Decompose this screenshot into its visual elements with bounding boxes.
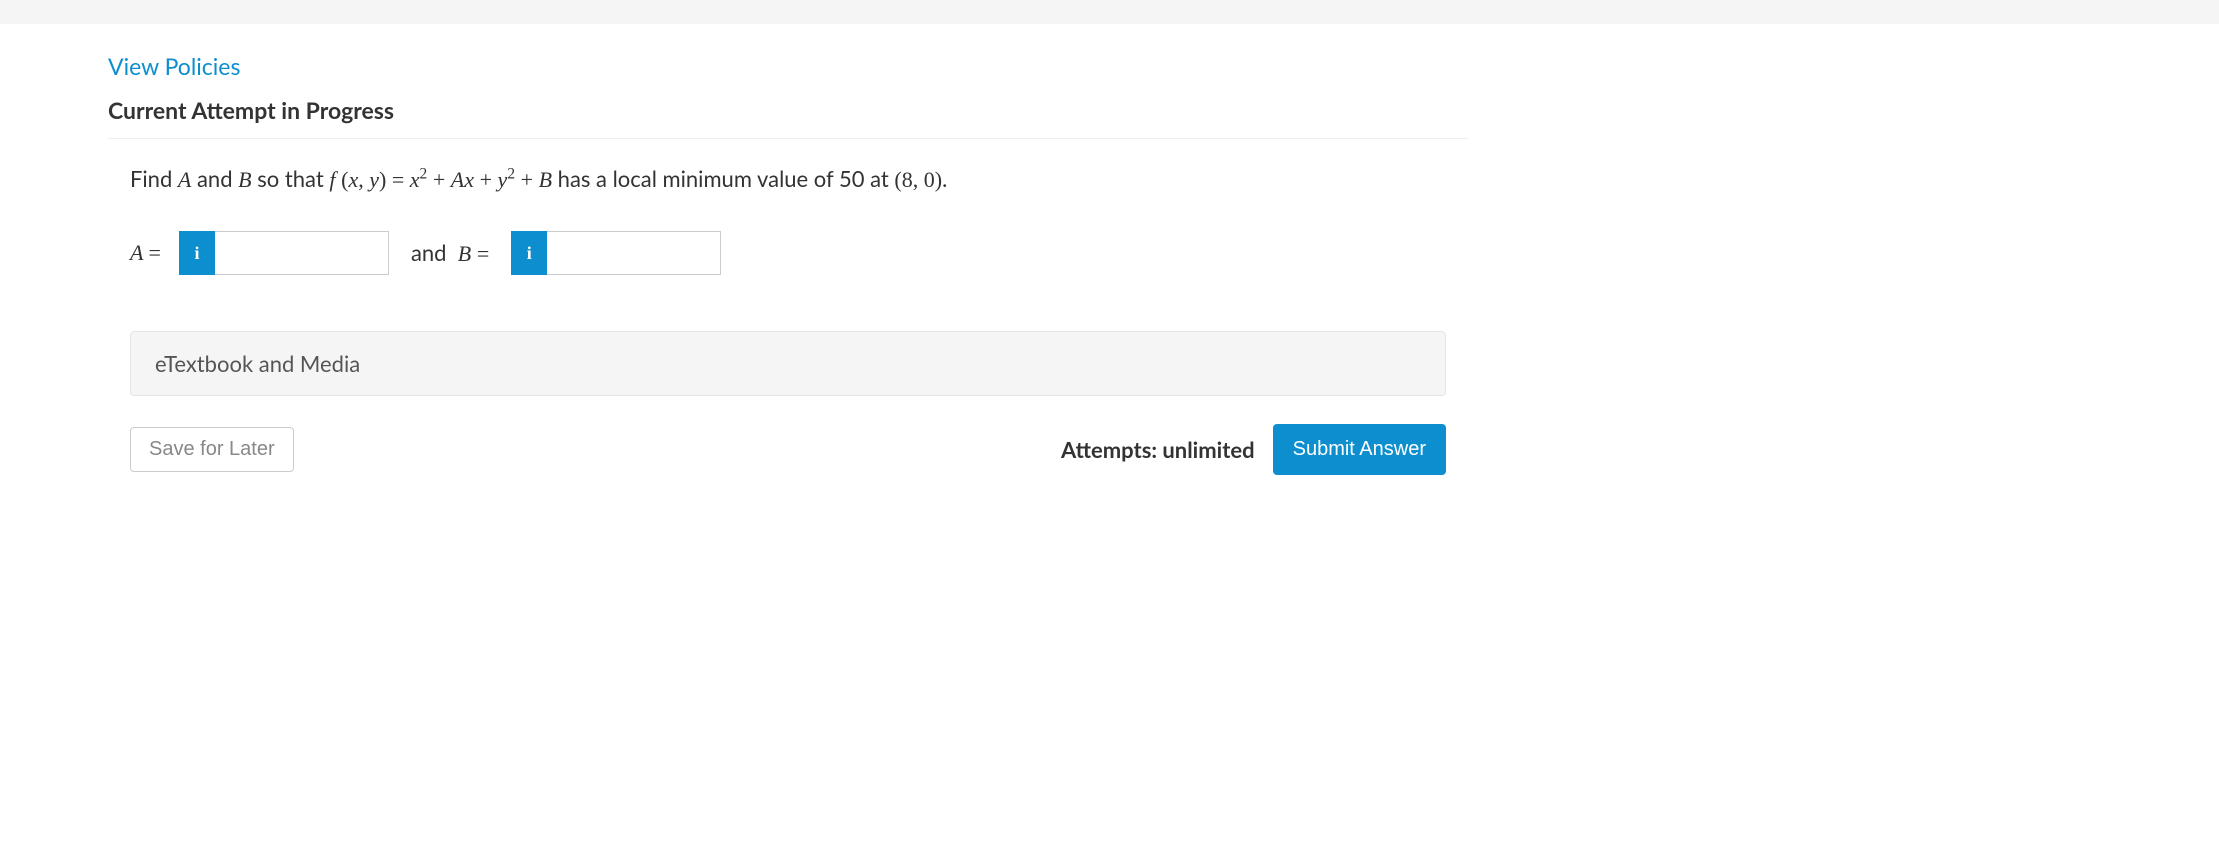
q-y2: y — [498, 167, 508, 192]
q-pt-c: , — [913, 167, 924, 192]
q-sup2a: 2 — [420, 166, 428, 183]
info-icon-B[interactable]: i — [511, 231, 547, 275]
q-tail1: has a local minimum value of 50 at — [558, 165, 895, 192]
q-Ax-x: x — [464, 167, 474, 192]
q-prefix: Find — [130, 165, 178, 192]
attempts-text: Attempts: unlimited — [1061, 436, 1255, 463]
q-x: x — [348, 167, 358, 192]
save-for-later-button[interactable]: Save for Later — [130, 427, 294, 472]
attempt-heading: Current Attempt in Progress — [108, 96, 1468, 124]
question-panel: Find A and B so that f (x, y) = x2 + Ax … — [108, 138, 1468, 505]
q-and1: and — [197, 165, 238, 192]
view-policies-link[interactable]: View Policies — [108, 52, 240, 80]
q-y: y — [369, 167, 379, 192]
action-row: Save for Later Attempts: unlimited Submi… — [130, 424, 1446, 475]
question-text: Find A and B so that f (x, y) = x2 + Ax … — [130, 165, 1446, 193]
input-A[interactable] — [215, 231, 389, 275]
q-period: . — [942, 165, 947, 192]
and-word: and — [411, 239, 447, 266]
q-rpar-eq: ) = — [379, 167, 410, 192]
q-so-that: so that — [257, 165, 329, 192]
q-pt-r: ) — [935, 167, 942, 192]
top-strip — [0, 0, 2219, 24]
answer-row: A = i and B = i — [130, 231, 1446, 275]
submit-answer-button[interactable]: Submit Answer — [1273, 424, 1446, 475]
q-pt-a: 8 — [902, 167, 913, 192]
q-pt-b: 0 — [924, 167, 935, 192]
q-x2: x — [410, 167, 420, 192]
q-B: B — [238, 167, 251, 192]
q-plus2: + — [480, 167, 498, 192]
q-B2: B — [539, 167, 552, 192]
right-actions: Attempts: unlimited Submit Answer — [1061, 424, 1446, 475]
q-sup2b: 2 — [507, 166, 515, 183]
q-Ax-A: A — [451, 167, 464, 192]
input-B[interactable] — [547, 231, 721, 275]
and-separator: and B = — [411, 239, 489, 267]
q-comma: , — [358, 167, 369, 192]
label-A: A = — [130, 240, 161, 266]
q-A: A — [178, 167, 191, 192]
q-f: f — [329, 167, 335, 192]
question-page: View Policies Current Attempt in Progres… — [108, 24, 1468, 505]
q-plus3: + — [521, 167, 539, 192]
q-pt-l: ( — [894, 167, 901, 192]
etextbook-media-bar[interactable]: eTextbook and Media — [130, 331, 1446, 396]
info-icon-A[interactable]: i — [179, 231, 215, 275]
q-plus1: + — [433, 167, 451, 192]
